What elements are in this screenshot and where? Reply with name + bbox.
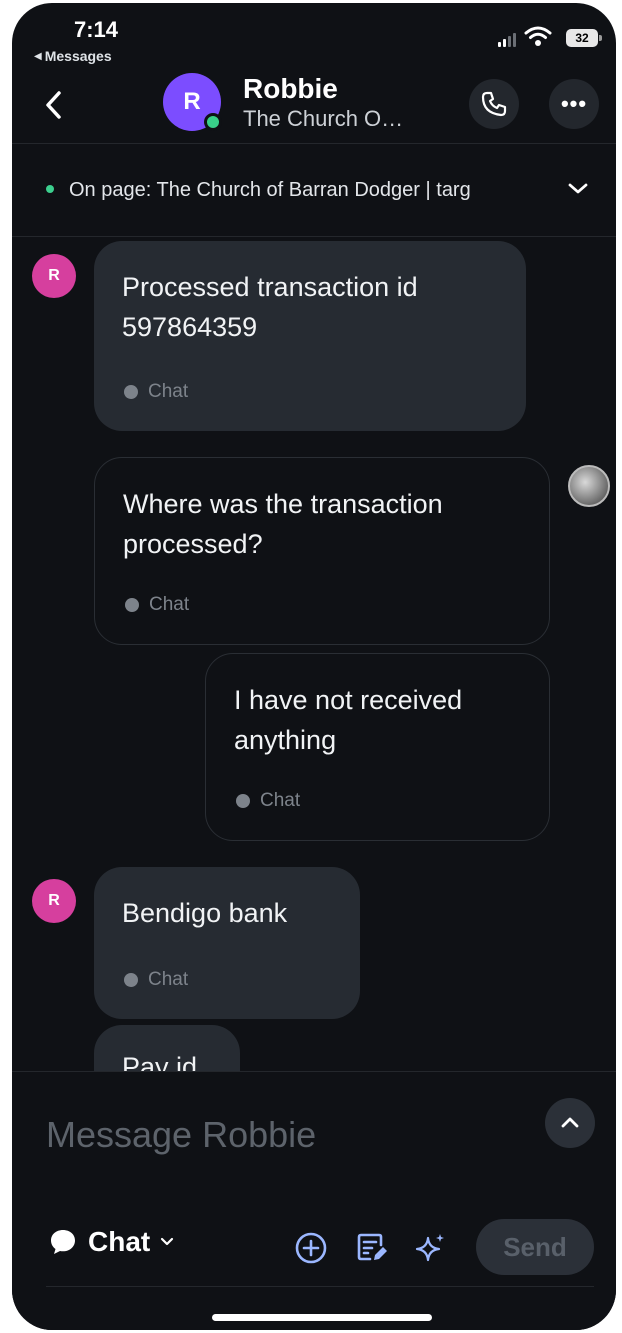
message-bubble-outgoing[interactable]: I have not received anything Chat <box>205 653 550 841</box>
current-page-banner[interactable]: On page: The Church of Barran Dodger | t… <box>12 143 616 236</box>
composer-toolbar: Chat Send <box>12 1212 616 1282</box>
more-options-button[interactable]: ••• <box>549 79 599 129</box>
back-button[interactable] <box>34 83 74 127</box>
compose-icon <box>357 1233 387 1261</box>
wifi-icon <box>524 25 552 52</box>
message-text: I have not received anything <box>234 685 463 755</box>
sender-avatar: R <box>32 879 76 923</box>
message-channel: Chat <box>236 790 300 812</box>
channel-selector[interactable]: Chat <box>48 1226 174 1258</box>
plus-circle-icon <box>295 1232 327 1264</box>
battery-icon: 32 <box>566 29 602 47</box>
ellipsis-icon: ••• <box>560 91 588 116</box>
message-text: Processed transaction id 597864359 <box>122 272 418 342</box>
message-channel: Chat <box>125 594 189 616</box>
add-attachment-button[interactable] <box>293 1230 329 1266</box>
page-status-dot <box>46 185 54 193</box>
sparkle-icon <box>415 1234 444 1262</box>
channel-selector-label: Chat <box>88 1226 151 1257</box>
message-channel-label: Chat <box>149 594 190 615</box>
message-input[interactable] <box>46 1110 506 1160</box>
message-text: Where was the transaction processed? <box>123 489 443 559</box>
message-bubble-outgoing[interactable]: Where was the transaction processed? Cha… <box>94 457 550 645</box>
contact-avatar-initial: R <box>183 88 201 115</box>
chevron-left-icon <box>46 91 61 119</box>
chat-bubble-icon <box>51 1230 75 1254</box>
status-time: 7:14 <box>74 17 119 42</box>
contact-subtitle[interactable]: The Church O… <box>243 106 443 132</box>
phone-icon <box>481 91 507 117</box>
chevron-down-icon[interactable] <box>566 177 590 201</box>
message-channel: Chat <box>124 969 188 991</box>
message-channel-label: Chat <box>260 790 301 811</box>
back-to-app-link[interactable]: ◀ Messages <box>34 48 112 64</box>
expand-composer-button[interactable] <box>545 1098 595 1148</box>
call-button[interactable] <box>469 79 519 129</box>
sender-avatar-initial: R <box>48 892 60 909</box>
user-avatar <box>568 465 610 507</box>
saved-replies-button[interactable] <box>354 1230 390 1266</box>
chevron-up-icon <box>561 1117 579 1128</box>
contact-name[interactable]: Robbie <box>243 73 338 105</box>
message-channel-label: Chat <box>148 381 189 402</box>
message-bubble-incoming[interactable]: Bendigo bank Chat <box>94 867 360 1019</box>
message-bubble-incoming[interactable]: Processed transaction id 597864359 Chat <box>94 241 526 431</box>
ai-assist-button[interactable] <box>412 1230 448 1266</box>
message-composer: Chat <box>12 1071 616 1330</box>
home-indicator[interactable] <box>212 1314 432 1321</box>
sender-avatar: R <box>32 254 76 298</box>
message-bubble-incoming[interactable]: Pay id <box>94 1025 240 1071</box>
sender-avatar-initial: R <box>48 267 60 284</box>
message-thread[interactable]: R Processed transaction id 597864359 Cha… <box>12 237 616 1071</box>
chat-bubble-icon <box>236 794 250 808</box>
online-status-dot <box>204 113 222 131</box>
back-app-label: Messages <box>44 48 112 64</box>
chat-header: R Robbie The Church O… ••• <box>12 67 616 143</box>
message-text: Bendigo bank <box>122 898 288 928</box>
message-channel: Chat <box>124 381 188 403</box>
message-channel-label: Chat <box>148 969 189 990</box>
composer-bottom-divider <box>46 1286 594 1287</box>
chat-bubble-icon <box>124 973 138 987</box>
phone-screen: 7:14 ◀ Messages 32 R Robbie The Church O… <box>12 3 616 1330</box>
battery-level: 32 <box>575 31 589 45</box>
message-text: Pay id <box>122 1052 198 1071</box>
chat-bubble-icon <box>124 385 138 399</box>
current-page-text: On page: The Church of Barran Dodger | t… <box>69 179 471 201</box>
chat-bubble-icon <box>125 598 139 612</box>
send-button[interactable]: Send <box>476 1219 594 1275</box>
signal-icon <box>498 33 516 47</box>
chevron-down-icon <box>161 1237 174 1246</box>
status-bar: 7:14 ◀ Messages 32 <box>12 3 616 67</box>
back-triangle-icon: ◀ <box>34 50 42 62</box>
